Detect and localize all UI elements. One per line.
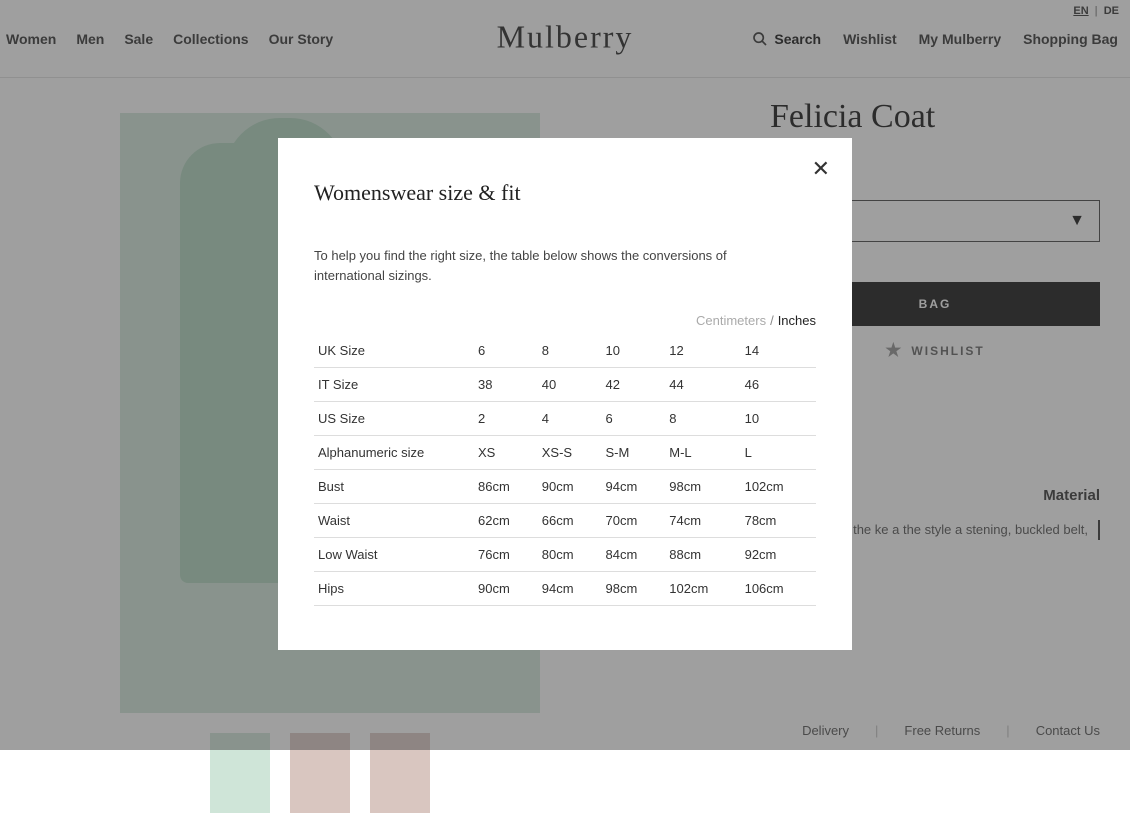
- row-value: 106cm: [741, 572, 816, 606]
- table-row: Alphanumeric sizeXSXS-SS-MM-LL: [314, 436, 816, 470]
- row-value: 6: [602, 402, 666, 436]
- table-row: Bust86cm90cm94cm98cm102cm: [314, 470, 816, 504]
- row-value: 42: [602, 368, 666, 402]
- size-fit-modal: ✕ Womenswear size & fit To help you find…: [278, 138, 852, 650]
- row-label: IT Size: [314, 368, 474, 402]
- row-value: 78cm: [741, 504, 816, 538]
- row-value: 102cm: [741, 470, 816, 504]
- unit-toggle: Centimeters/Inches: [314, 313, 816, 328]
- unit-in[interactable]: Inches: [778, 313, 816, 328]
- row-value: 8: [665, 402, 740, 436]
- row-value: 92cm: [741, 538, 816, 572]
- row-value: 10: [602, 334, 666, 368]
- row-value: 38: [474, 368, 538, 402]
- row-value: 84cm: [602, 538, 666, 572]
- row-value: 74cm: [665, 504, 740, 538]
- row-value: 86cm: [474, 470, 538, 504]
- modal-overlay[interactable]: ✕ Womenswear size & fit To help you find…: [0, 0, 1130, 750]
- row-value: 10: [741, 402, 816, 436]
- row-value: M-L: [665, 436, 740, 470]
- row-value: 6: [474, 334, 538, 368]
- table-row: US Size246810: [314, 402, 816, 436]
- row-value: 62cm: [474, 504, 538, 538]
- row-value: 102cm: [665, 572, 740, 606]
- table-row: UK Size68101214: [314, 334, 816, 368]
- row-value: 90cm: [474, 572, 538, 606]
- row-value: 8: [538, 334, 602, 368]
- row-value: 94cm: [538, 572, 602, 606]
- row-value: 4: [538, 402, 602, 436]
- row-value: L: [741, 436, 816, 470]
- row-value: 14: [741, 334, 816, 368]
- table-row: Waist62cm66cm70cm74cm78cm: [314, 504, 816, 538]
- row-label: UK Size: [314, 334, 474, 368]
- row-label: Low Waist: [314, 538, 474, 572]
- row-label: Hips: [314, 572, 474, 606]
- table-row: Hips90cm94cm98cm102cm106cm: [314, 572, 816, 606]
- row-value: 76cm: [474, 538, 538, 572]
- table-row: IT Size3840424446: [314, 368, 816, 402]
- row-label: Alphanumeric size: [314, 436, 474, 470]
- row-value: 98cm: [665, 470, 740, 504]
- modal-intro: To help you find the right size, the tab…: [314, 246, 794, 285]
- row-label: Bust: [314, 470, 474, 504]
- row-value: 66cm: [538, 504, 602, 538]
- row-value: 98cm: [602, 572, 666, 606]
- row-value: S-M: [602, 436, 666, 470]
- row-value: 70cm: [602, 504, 666, 538]
- row-label: Waist: [314, 504, 474, 538]
- row-label: US Size: [314, 402, 474, 436]
- row-value: 12: [665, 334, 740, 368]
- row-value: 40: [538, 368, 602, 402]
- row-value: 44: [665, 368, 740, 402]
- unit-cm[interactable]: Centimeters: [696, 313, 766, 328]
- row-value: 94cm: [602, 470, 666, 504]
- row-value: XS: [474, 436, 538, 470]
- table-row: Low Waist76cm80cm84cm88cm92cm: [314, 538, 816, 572]
- modal-title: Womenswear size & fit: [314, 180, 816, 206]
- row-value: 46: [741, 368, 816, 402]
- size-table: UK Size68101214IT Size3840424446US Size2…: [314, 334, 816, 606]
- row-value: XS-S: [538, 436, 602, 470]
- close-icon[interactable]: ✕: [812, 156, 830, 182]
- row-value: 88cm: [665, 538, 740, 572]
- row-value: 2: [474, 402, 538, 436]
- row-value: 90cm: [538, 470, 602, 504]
- row-value: 80cm: [538, 538, 602, 572]
